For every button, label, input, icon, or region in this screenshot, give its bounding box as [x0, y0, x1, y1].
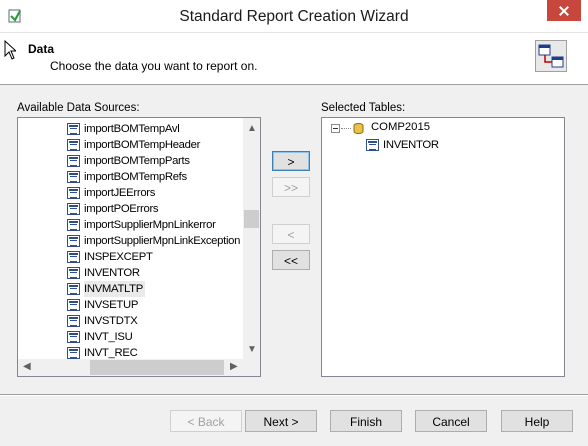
- table-icon: [67, 315, 80, 327]
- table-icon: [67, 219, 80, 231]
- source-item-label: importSupplierMpnLinkerror: [84, 219, 216, 231]
- source-item-label: INVT_ISU: [84, 331, 133, 343]
- table-icon: [67, 267, 80, 279]
- scroll-left-icon[interactable]: ◀: [23, 362, 31, 372]
- source-item-label: INVENTOR: [84, 267, 140, 279]
- footer-separator: [0, 394, 588, 396]
- table-icon: [67, 155, 80, 167]
- remove-one-button[interactable]: <: [272, 224, 310, 244]
- table-icon: [67, 123, 80, 135]
- selected-label: Selected Tables:: [321, 102, 406, 114]
- source-item-label: INVMATLTP: [84, 281, 146, 297]
- add-all-button[interactable]: >>: [272, 177, 310, 197]
- window-title: Standard Report Creation Wizard: [179, 8, 409, 25]
- title-bar: Standard Report Creation Wizard: [0, 0, 588, 33]
- source-item-label: INVSETUP: [84, 299, 139, 311]
- scroll-up-icon[interactable]: ▲: [247, 124, 257, 134]
- source-item-label: importSupplierMpnLinkException: [84, 235, 241, 247]
- available-items: importBOMTempAvl importBOMTempHeader impor…: [18, 118, 244, 360]
- table-icon: [366, 139, 379, 151]
- vertical-scrollbar[interactable]: ▲ ▼: [243, 118, 260, 360]
- source-item-label: importBOMTempHeader: [84, 139, 201, 151]
- help-button[interactable]: Help: [501, 410, 573, 432]
- source-item-label: importBOMTempAvl: [84, 123, 180, 135]
- available-label: Available Data Sources:: [17, 102, 140, 114]
- close-icon[interactable]: [547, 0, 581, 21]
- scroll-corner: [243, 359, 260, 376]
- collapse-icon[interactable]: [331, 124, 340, 133]
- database-icon: [353, 123, 364, 134]
- table-icon: [67, 187, 80, 199]
- add-one-button[interactable]: >: [272, 151, 310, 171]
- horizontal-scroll-thumb[interactable]: [90, 360, 224, 375]
- source-item-label: importBOMTempRefs: [84, 171, 187, 183]
- table-icon: [67, 331, 80, 343]
- finish-button[interactable]: Finish: [330, 410, 402, 432]
- next-button[interactable]: Next >: [245, 410, 317, 432]
- back-button[interactable]: < Back: [170, 410, 242, 432]
- source-item-label: INVSTDTX: [84, 315, 138, 327]
- scroll-right-icon[interactable]: ▶: [230, 362, 238, 372]
- table-icon: [67, 299, 80, 311]
- remove-all-button[interactable]: <<: [272, 250, 310, 270]
- table-icon: [67, 171, 80, 183]
- wizard-header: Data Choose the data you want to report …: [0, 33, 588, 85]
- table-icon: [67, 347, 80, 359]
- page-subtitle: Choose the data you want to report on.: [50, 59, 258, 73]
- table-icon: [67, 283, 80, 295]
- table-icon: [67, 251, 80, 263]
- table-icon: [67, 235, 80, 247]
- available-sources-tree[interactable]: importBOMTempAvl importBOMTempHeader impor…: [17, 117, 261, 377]
- source-item-label: importPOErrors: [84, 203, 159, 215]
- database-link-icon: [535, 40, 567, 72]
- horizontal-scrollbar[interactable]: ◀ ▶: [18, 359, 260, 376]
- database-name[interactable]: COMP2015: [371, 121, 430, 133]
- source-item-label: importJEErrors: [84, 187, 156, 199]
- source-item-label: INSPEXCEPT: [84, 251, 153, 263]
- page-title: Data: [28, 42, 55, 56]
- source-item-label: importBOMTempParts: [84, 155, 190, 167]
- selected-tables-tree[interactable]: COMP2015 INVENTOR: [321, 117, 565, 377]
- table-icon: [67, 139, 80, 151]
- table-icon: [67, 203, 80, 215]
- mouse-cursor-icon: [4, 40, 16, 60]
- selected-table-label: INVENTOR: [383, 139, 439, 151]
- tree-connector: [341, 128, 351, 129]
- scroll-down-icon[interactable]: ▼: [247, 345, 257, 355]
- vertical-scroll-thumb[interactable]: [244, 210, 259, 228]
- cancel-button[interactable]: Cancel: [415, 410, 487, 432]
